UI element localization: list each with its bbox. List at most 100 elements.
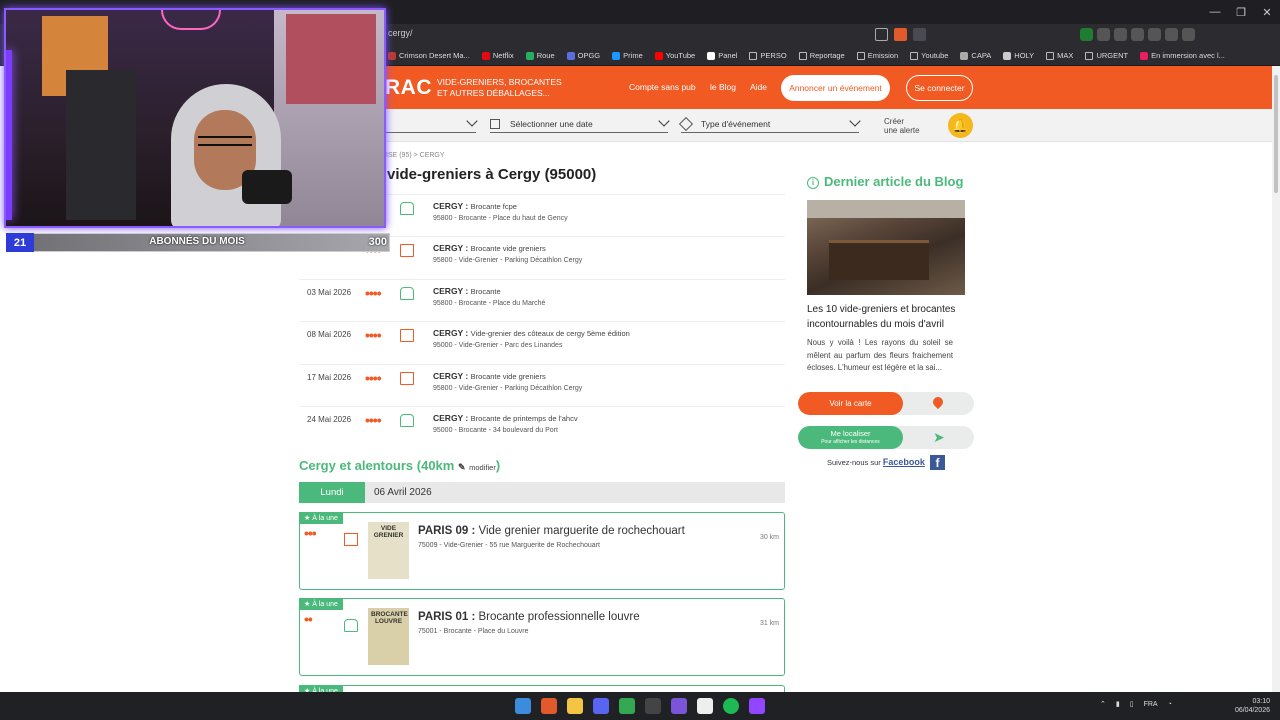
- obs-icon[interactable]: [645, 698, 661, 714]
- event-address: 95000 - Vide-Grenier - Parc des Linandes: [433, 342, 563, 350]
- login-button[interactable]: Se connecter: [906, 75, 973, 101]
- clock-time: 03:10: [1252, 698, 1270, 705]
- webcam-overlay: [4, 8, 386, 228]
- bookmark-item[interactable]: PERSO: [749, 51, 787, 60]
- chevron-up-icon[interactable]: ⌃: [1100, 700, 1106, 708]
- brave-shield-icon[interactable]: [894, 28, 907, 41]
- bookmark-item[interactable]: Netflix: [481, 51, 514, 60]
- bell-icon[interactable]: 🔔: [948, 113, 973, 138]
- close-icon[interactable]: ✕: [1254, 0, 1280, 24]
- bookmark-label: OPGG: [577, 51, 601, 60]
- location-select[interactable]: [386, 115, 478, 133]
- event-poster-thumbnail[interactable]: VIDE GRENIER: [368, 522, 409, 579]
- event-title[interactable]: PARIS 09 : Vide grenier marguerite de ro…: [418, 525, 685, 537]
- bookmark-item[interactable]: URGENT: [1085, 51, 1128, 60]
- extension-icon[interactable]: [1114, 28, 1127, 41]
- clock[interactable]: 03:10 06/04/2026: [1232, 697, 1270, 715]
- box-icon: [400, 371, 414, 385]
- capcut-icon[interactable]: [697, 698, 713, 714]
- scrollbar-thumb[interactable]: [1274, 75, 1278, 193]
- day-label: Lundi: [299, 482, 365, 503]
- bookmark-item[interactable]: Emission: [856, 51, 898, 60]
- maximize-icon[interactable]: ❐: [1228, 0, 1254, 24]
- battery-icon[interactable]: ▯: [1130, 700, 1134, 708]
- event-title[interactable]: CERGY : Brocante vide greniers: [433, 371, 546, 381]
- bookmark-item[interactable]: Reportage: [798, 51, 845, 60]
- create-alert-link[interactable]: Créer une alerte: [884, 117, 920, 135]
- bookmark-item[interactable]: MAX: [1046, 51, 1073, 60]
- blog-article-title[interactable]: Les 10 vide-greniers et brocantes incont…: [807, 302, 972, 332]
- extension-icon[interactable]: [1080, 28, 1093, 41]
- site-logo[interactable]: RAC: [385, 76, 432, 100]
- network-icon[interactable]: ▮: [1116, 700, 1120, 708]
- globe-icon: [960, 51, 969, 60]
- bookmark-item[interactable]: Roue: [525, 51, 555, 60]
- event-title[interactable]: CERGY : Brocante de printemps de l'ahcv: [433, 413, 578, 423]
- event-title[interactable]: CERGY : Brocante fcpe: [433, 201, 517, 211]
- event-name: Brocante fcpe: [470, 202, 517, 211]
- bookmark-item[interactable]: Prime: [612, 51, 643, 60]
- bookmark-item[interactable]: Crimson Desert Ma...: [388, 51, 470, 60]
- event-popularity-dots: ••••: [365, 369, 382, 386]
- clock-date: 06/04/2026: [1234, 707, 1270, 714]
- event-title[interactable]: PARIS 01 : Brocante professionnelle louv…: [418, 611, 640, 623]
- subscriber-goal-label: ABONNÉS DU MOIS: [149, 236, 245, 247]
- locate-me-button[interactable]: Me localiser Pour afficher les distances …: [798, 426, 974, 449]
- extension-icon[interactable]: [1097, 28, 1110, 41]
- bookmark-item[interactable]: Youtube: [910, 51, 948, 60]
- share-icon[interactable]: [875, 28, 888, 41]
- brave-icon[interactable]: [541, 698, 557, 714]
- blog-article-image[interactable]: [807, 200, 965, 295]
- breadcrumb[interactable]: ISE (95) > CERGY: [386, 152, 445, 159]
- featured-event-card[interactable]: ★ À la une •• BROCANTE LOUVRE PARIS 01 : Br…: [299, 598, 785, 676]
- minimize-icon[interactable]: —: [1202, 0, 1228, 24]
- event-row[interactable]: 17 Mai 2026 •••• CERGY : Brocante vide gre…: [299, 363, 785, 406]
- spotify-icon[interactable]: [723, 698, 739, 714]
- bookmark-item[interactable]: En immersion avec l...: [1140, 51, 1225, 60]
- view-map-button[interactable]: Voir la carte: [798, 392, 974, 415]
- bookmark-item[interactable]: HOLY: [1003, 51, 1034, 60]
- download-icon[interactable]: [1165, 28, 1178, 41]
- discord-icon[interactable]: [593, 698, 609, 714]
- file-explorer-icon[interactable]: [567, 698, 583, 714]
- type-select[interactable]: Type d'événement: [678, 115, 861, 133]
- event-row[interactable]: 24 Mai 2026 •••• CERGY : Brocante de print…: [299, 406, 785, 448]
- rewards-icon[interactable]: [913, 28, 926, 41]
- language-indicator[interactable]: FRA: [1144, 701, 1158, 708]
- nav-account-link[interactable]: Compte sans pub: [629, 82, 696, 92]
- event-row[interactable]: 03 Mai 2026 •••• CERGY : Brocante 95800 - B…: [299, 278, 785, 321]
- twitch-icon[interactable]: [749, 698, 765, 714]
- nav-help-link[interactable]: Aide: [750, 82, 767, 92]
- nav-blog-link[interactable]: le Blog: [710, 82, 736, 92]
- extension-icon[interactable]: [1148, 28, 1161, 41]
- event-title[interactable]: CERGY : Brocante vide greniers: [433, 243, 546, 253]
- chrome-icon[interactable]: [619, 698, 635, 714]
- bookmark-item[interactable]: OPGG: [566, 51, 601, 60]
- bookmark-item[interactable]: Panel: [707, 51, 737, 60]
- facebook-icon[interactable]: f: [930, 455, 945, 470]
- event-title[interactable]: CERGY : Vide-grenier des côteaux de cerg…: [433, 328, 630, 338]
- wifi-icon[interactable]: ◔: [1168, 701, 1172, 708]
- event-name: Vide-grenier des côteaux de cergy 5ème é…: [470, 329, 630, 339]
- menu-icon[interactable]: [1182, 28, 1195, 41]
- pencil-icon[interactable]: ✎: [458, 462, 466, 472]
- facebook-link[interactable]: Facebook: [883, 457, 925, 467]
- app-icon[interactable]: [671, 698, 687, 714]
- featured-event-card[interactable]: ★ À la une ••• VIDE GRENIER PARIS 09 : Vide…: [299, 512, 785, 590]
- event-town: CERGY :: [433, 285, 469, 296]
- modify-radius-link[interactable]: modifier: [469, 463, 496, 472]
- extension-icon[interactable]: [1131, 28, 1144, 41]
- url-text[interactable]: cergy/: [388, 28, 413, 38]
- nearby-close: ): [495, 458, 501, 473]
- date-select[interactable]: Sélectionner une date: [490, 115, 670, 133]
- event-town: CERGY :: [433, 370, 469, 381]
- event-title[interactable]: CERGY : Brocante: [433, 286, 501, 296]
- event-poster-thumbnail[interactable]: BROCANTE LOUVRE: [368, 608, 409, 665]
- bookmark-item[interactable]: YouTube: [654, 51, 695, 60]
- chevron-down-icon: [658, 115, 670, 127]
- event-row[interactable]: 08 Mai 2026 •••• CERGY : Vide-grenier des …: [299, 321, 785, 363]
- bookmark-item[interactable]: CAPA: [960, 51, 991, 60]
- windows-start-icon[interactable]: [515, 698, 531, 714]
- bookmark-label: Panel: [718, 51, 738, 60]
- announce-event-button[interactable]: Annoncer un événement: [781, 75, 890, 101]
